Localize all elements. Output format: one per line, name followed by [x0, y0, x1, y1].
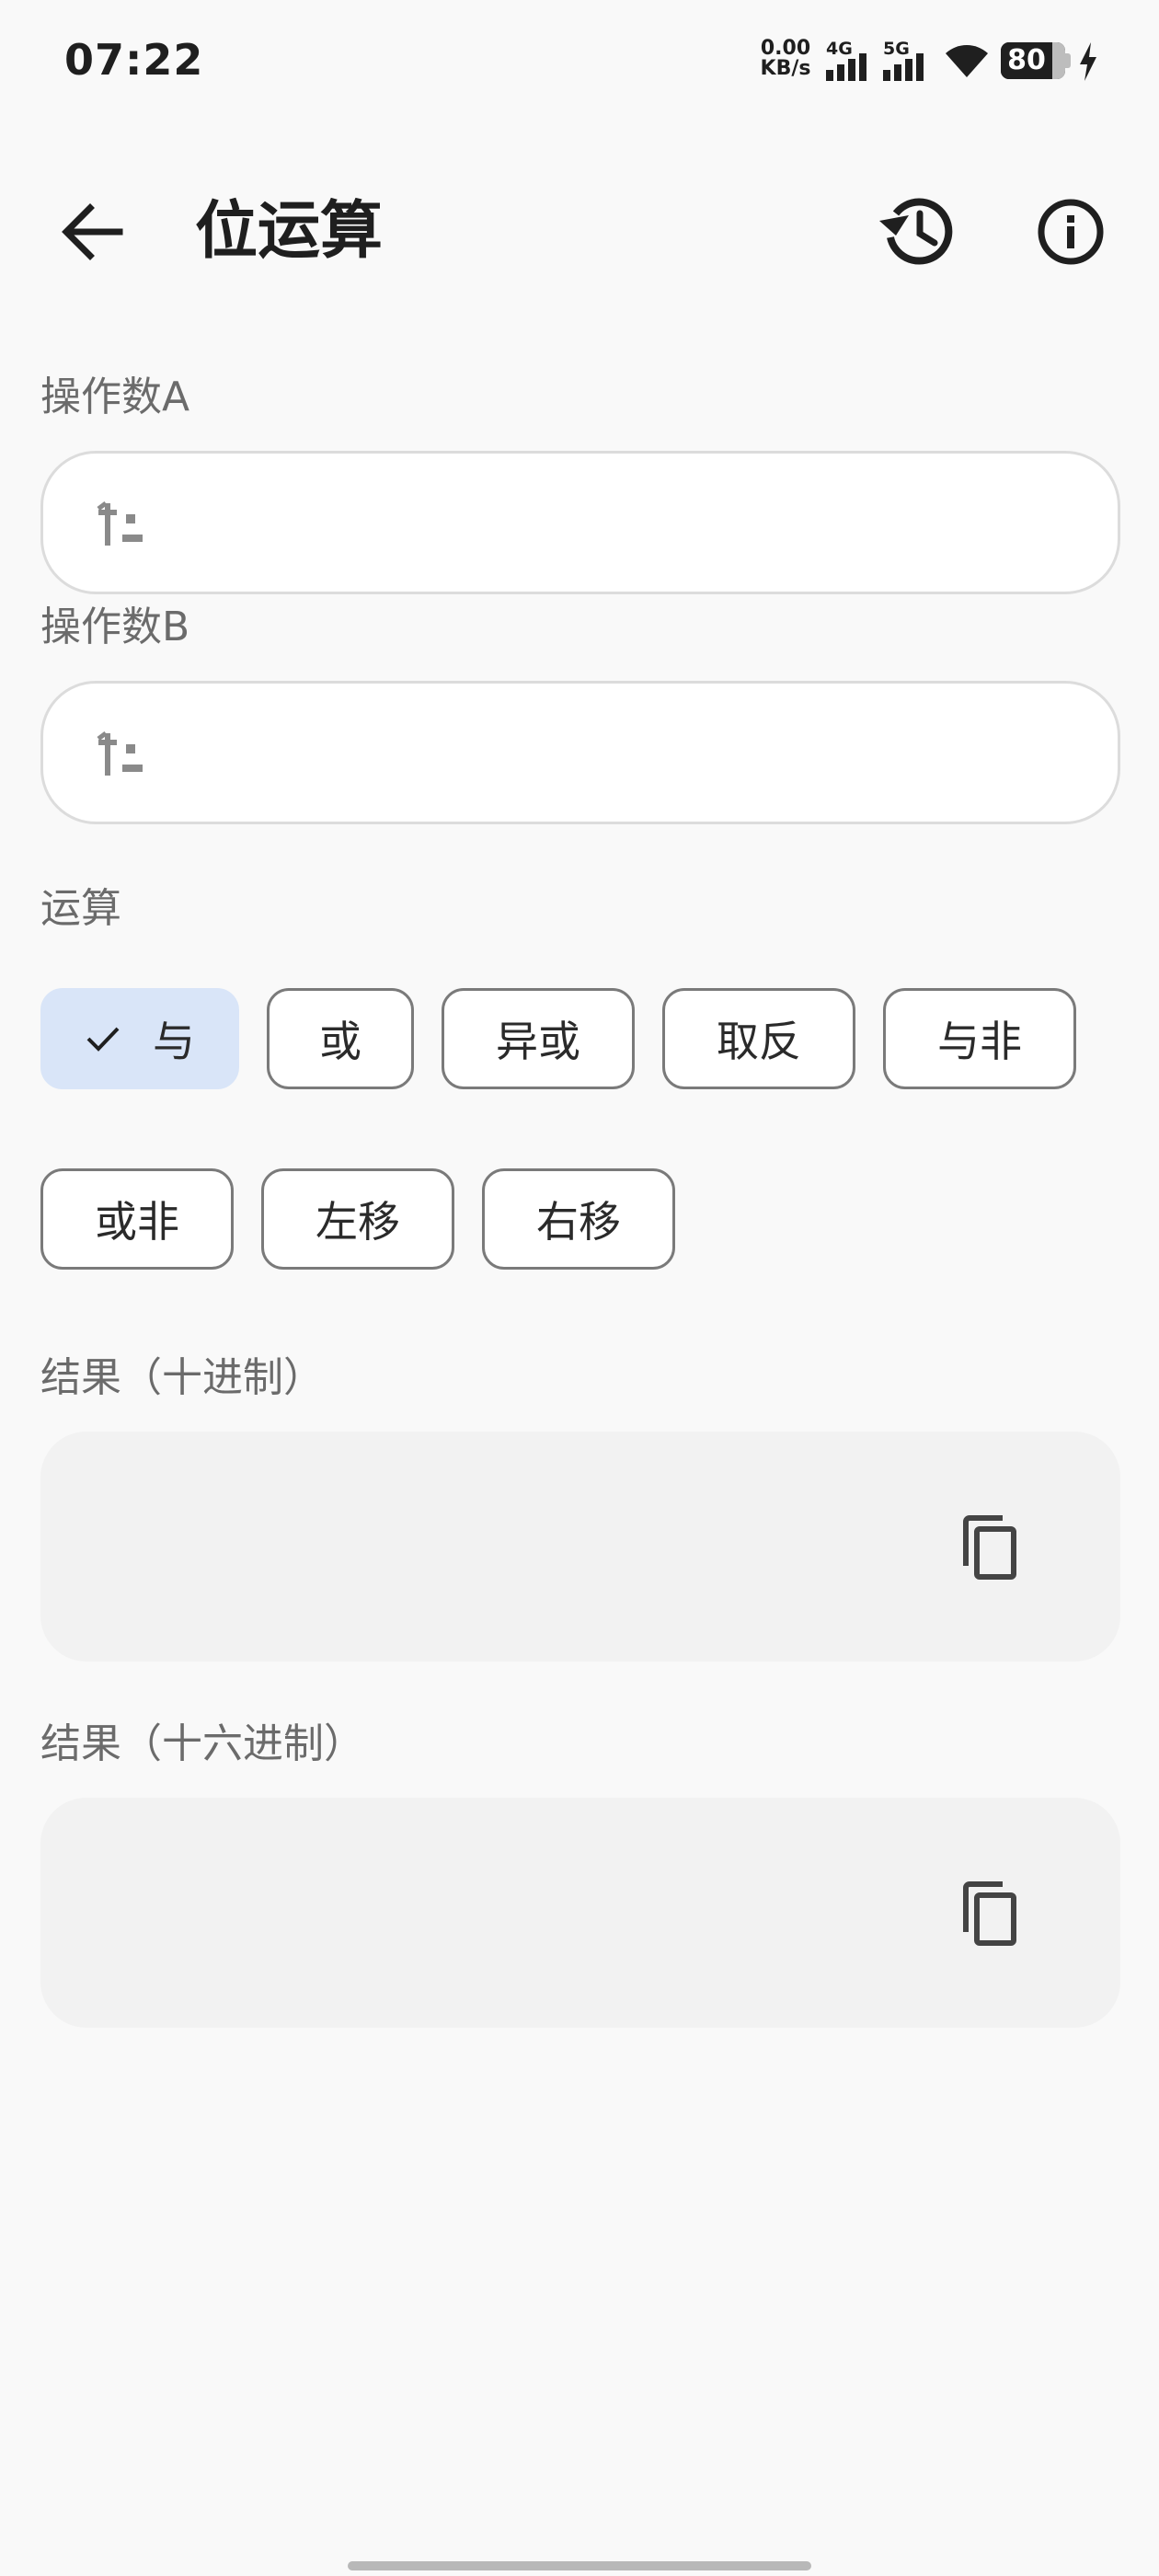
operand-a-label: 操作数A [40, 374, 190, 420]
top-app-bar: 位运算 [0, 166, 1159, 285]
result-decimal-label: 结果（十进制） [40, 1354, 324, 1401]
operation-chips-row-1: 与 或 异或 取反 与非 [40, 988, 1076, 1089]
signal-4g-icon: 4G [826, 39, 878, 81]
chip-shift-right[interactable]: 右移 [482, 1168, 675, 1270]
chip-label: 异或 [496, 1017, 580, 1066]
bitwise-calculator-screen: 07:22 0.00 KB/s 4G 5G 80 位运算 操作数A 操作数B 运… [0, 0, 1159, 2576]
page-title: 位运算 [195, 195, 384, 268]
battery-cap [1065, 53, 1071, 68]
operation-label: 运算 [40, 885, 121, 932]
copy-icon[interactable] [944, 1501, 1036, 1593]
chip-label: 取反 [717, 1017, 801, 1066]
battery-icon: 80 [1001, 42, 1065, 79]
plus-minus-icon [97, 731, 143, 776]
chip-label: 与 [153, 1017, 195, 1066]
chip-label: 右移 [536, 1197, 621, 1247]
chip-label: 或非 [95, 1197, 179, 1247]
chip-label: 与非 [937, 1017, 1022, 1066]
chip-label: 左移 [316, 1197, 400, 1247]
network-speed: 0.00 KB/s [758, 39, 813, 79]
chip-label: 或 [319, 1017, 361, 1066]
operand-b-field[interactable] [40, 681, 1120, 824]
check-icon [86, 1027, 120, 1052]
operation-chips-row-2: 或非 左移 右移 [40, 1168, 675, 1270]
result-decimal-box [40, 1432, 1120, 1662]
chip-xor[interactable]: 异或 [442, 988, 635, 1089]
chip-not[interactable]: 取反 [662, 988, 855, 1089]
operand-b-input[interactable] [168, 720, 1072, 790]
arrow-back-icon[interactable] [48, 190, 136, 278]
copy-icon[interactable] [944, 1868, 1036, 1960]
plus-minus-icon [97, 501, 143, 546]
chip-shift-left[interactable]: 左移 [261, 1168, 454, 1270]
chip-nand[interactable]: 与非 [883, 988, 1076, 1089]
chip-nor[interactable]: 或非 [40, 1168, 234, 1270]
result-hex-box [40, 1798, 1120, 2028]
chip-and[interactable]: 与 [40, 988, 239, 1089]
result-hex-label: 结果（十六进制） [40, 1720, 364, 1767]
operand-a-field[interactable] [40, 451, 1120, 594]
wifi-icon [946, 45, 988, 77]
operand-a-input[interactable] [168, 490, 1072, 560]
network-speed-value: 0.00 [760, 37, 811, 60]
home-indicator[interactable] [348, 2561, 811, 2570]
info-icon[interactable] [1025, 186, 1117, 278]
signal-5g-icon: 5G [883, 39, 935, 81]
operand-b-label: 操作数B [40, 604, 190, 650]
status-time: 07:22 [64, 35, 204, 85]
chip-or[interactable]: 或 [267, 988, 414, 1089]
status-bar: 07:22 0.00 KB/s 4G 5G 80 [0, 0, 1159, 129]
battery-level: 80 [1007, 44, 1046, 76]
network-speed-unit: KB/s [760, 57, 811, 80]
charging-bolt-icon [1080, 42, 1096, 81]
history-icon[interactable] [872, 186, 964, 278]
